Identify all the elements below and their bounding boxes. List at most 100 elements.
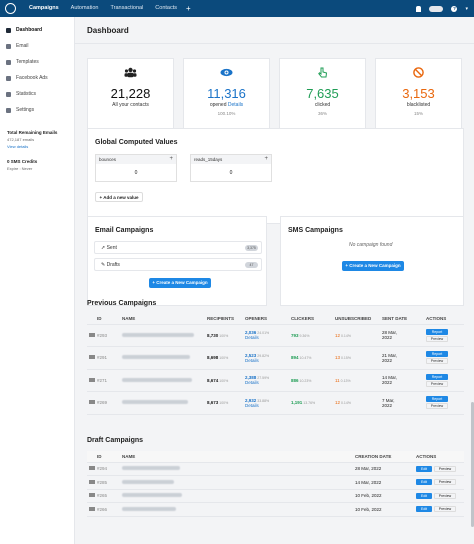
col-id: ID [97, 313, 122, 325]
table-row[interactable]: #285 14 Mar, 2022 Edit Preview [87, 475, 464, 490]
mail-icon [89, 506, 95, 511]
stat-card-blacklisted: 3,153 blacklisted 15% [375, 58, 462, 134]
nav-automation[interactable]: Automation [65, 0, 105, 17]
report-button[interactable]: Report [426, 351, 448, 358]
remaining-emails-title: Total Remaining Emails [7, 130, 58, 135]
bell-icon[interactable] [416, 5, 422, 12]
edit-button[interactable]: Edit [416, 492, 432, 499]
stat-label-row: opened Details [184, 102, 269, 108]
sidebar-item-templates[interactable]: Templates [0, 54, 74, 70]
report-button[interactable]: Report [426, 373, 448, 380]
sidebar-item-email[interactable]: Email [0, 38, 74, 54]
stat-card-contacts: 21,228 All your contacts [87, 58, 174, 134]
mail-icon [89, 493, 95, 498]
nav-transactional[interactable]: Transactional [104, 0, 149, 17]
add-value-button[interactable]: + Add a new value [95, 192, 143, 202]
table-row[interactable]: #265 10 Feb, 2022 Edit Preview [87, 489, 464, 503]
computed-value-name: reads_15days + [191, 155, 271, 164]
creation-date: 10 Feb, 2022 [355, 489, 416, 503]
recipients-value: 8,674 [207, 377, 219, 383]
creation-date: 10 Feb, 2022 [355, 502, 416, 517]
view-details-link[interactable]: View details [7, 144, 74, 149]
campaign-id: #265 [97, 489, 122, 503]
preview-button[interactable]: Preview [426, 403, 448, 410]
campaign-name-redacted [122, 479, 174, 484]
openers-pct: 24.01% [257, 331, 270, 336]
sidebar-item-settings[interactable]: Settings [0, 102, 74, 118]
facebook-icon [6, 75, 11, 81]
table-row[interactable]: #271 8,674100% 2,38827.59% Details 88610.23%… [87, 369, 464, 392]
report-button[interactable]: Report [426, 396, 448, 403]
sent-label: Sent [106, 245, 117, 251]
unsubscribed-pct: 0.15% [341, 356, 351, 361]
preview-button[interactable]: Preview [426, 358, 448, 365]
unsubscribed-pct: 0.14% [341, 401, 351, 406]
stat-value: 7,635 [306, 86, 339, 101]
creation-date: 28 Mar, 2022 [355, 462, 416, 476]
mail-icon [89, 466, 95, 471]
openers-pct: 29.82% [257, 353, 270, 358]
stat-sub: 100.10% [217, 111, 236, 116]
preview-button[interactable]: Preview [426, 335, 448, 342]
main-nav: Campaigns Automation Transactional Conta… [23, 0, 183, 17]
preview-button[interactable]: Preview [434, 465, 456, 472]
table-row[interactable]: #294 28 Mar, 2022 Edit Preview [87, 462, 464, 476]
help-icon[interactable]: ? [451, 5, 458, 12]
expand-plus-icon[interactable]: + [169, 155, 173, 164]
draft-campaigns-title: Draft Campaigns [87, 437, 144, 444]
table-row[interactable]: #269 8,673100% 2,93233.88% Details 1,19113.7… [87, 391, 464, 415]
openers-details-link[interactable]: Details [245, 335, 291, 340]
edit-button[interactable]: Edit [416, 506, 432, 513]
preview-button[interactable]: Preview [434, 506, 456, 513]
table-row[interactable]: #291 8,698100% 2,52329.82% Details 89410.47%… [87, 346, 464, 370]
sent-date-line2: 2022 [382, 357, 393, 363]
expand-plus-icon[interactable]: + [264, 155, 268, 164]
clickers-pct: 9.36% [299, 333, 310, 338]
computed-value-reads: reads_15days + 0 [190, 154, 272, 182]
sidebar-item-facebook-ads[interactable]: Facebook Ads [0, 70, 74, 86]
col-creation-date: CREATION DATE [355, 451, 416, 463]
stat-card-clicked: 7,635 clicked 36% [279, 58, 366, 134]
table-row[interactable]: #293 8,730100% 2,03624.01% Details 7939.36% 1… [87, 324, 464, 347]
clickers-value: 793 [291, 332, 299, 338]
report-button[interactable]: Report [426, 328, 448, 335]
sent-date-line2: 2022 [382, 402, 393, 408]
sent-date-line2: 2022 [382, 335, 393, 341]
preview-button[interactable]: Preview [434, 492, 456, 499]
sidebar-item-statistics[interactable]: Statistics [0, 86, 74, 102]
create-email-campaign-button[interactable]: + Create a New Campaign [149, 278, 211, 288]
table-row[interactable]: #266 10 Feb, 2022 Edit Preview [87, 502, 464, 517]
mail-icon [89, 377, 95, 382]
nav-contacts[interactable]: Contacts [149, 0, 183, 17]
campaign-id: #269 [97, 391, 122, 415]
campaign-id: #285 [97, 475, 122, 490]
openers-details-link[interactable]: Details [245, 358, 291, 363]
create-sms-campaign-button[interactable]: + Create a New Campaign [342, 261, 404, 271]
table-header-row: ID NAME RECIPIENTS OPENERS CLICKERS UNSU… [87, 313, 464, 325]
global-values-panel: Global Computed Values bounces + 0 reads_… [87, 128, 464, 224]
recipients-value: 8,698 [207, 355, 219, 361]
col-clickers: CLICKERS [291, 313, 335, 325]
gear-icon [6, 107, 11, 113]
app-logo-icon[interactable] [5, 3, 16, 14]
nav-add-icon[interactable]: + [186, 0, 191, 17]
campaign-id: #266 [97, 502, 122, 517]
drafts-row[interactable]: ✎ Drafts 47 [94, 258, 262, 271]
sent-date-line2: 2022 [382, 380, 393, 386]
account-pill[interactable] [429, 5, 444, 12]
col-unsubscribed: UNSUBSCRIBED [335, 313, 382, 325]
clickers-value: 886 [291, 377, 299, 383]
sidebar-item-dashboard[interactable]: Dashboard [0, 22, 74, 38]
preview-button[interactable]: Preview [434, 479, 456, 486]
sent-row[interactable]: ➚ Sent 3,375 [94, 241, 262, 254]
edit-button[interactable]: Edit [416, 465, 432, 472]
mail-icon [6, 43, 11, 49]
openers-details-link[interactable]: Details [245, 403, 291, 408]
edit-button[interactable]: Edit [416, 479, 432, 486]
clickers-value: 1,191 [291, 400, 303, 406]
preview-button[interactable]: Preview [426, 380, 448, 387]
openers-details-link[interactable]: Details [245, 380, 291, 385]
nav-campaigns[interactable]: Campaigns [23, 0, 65, 17]
opened-details-link[interactable]: Details [228, 102, 243, 108]
chevron-down-icon[interactable]: ▾ [465, 6, 468, 12]
